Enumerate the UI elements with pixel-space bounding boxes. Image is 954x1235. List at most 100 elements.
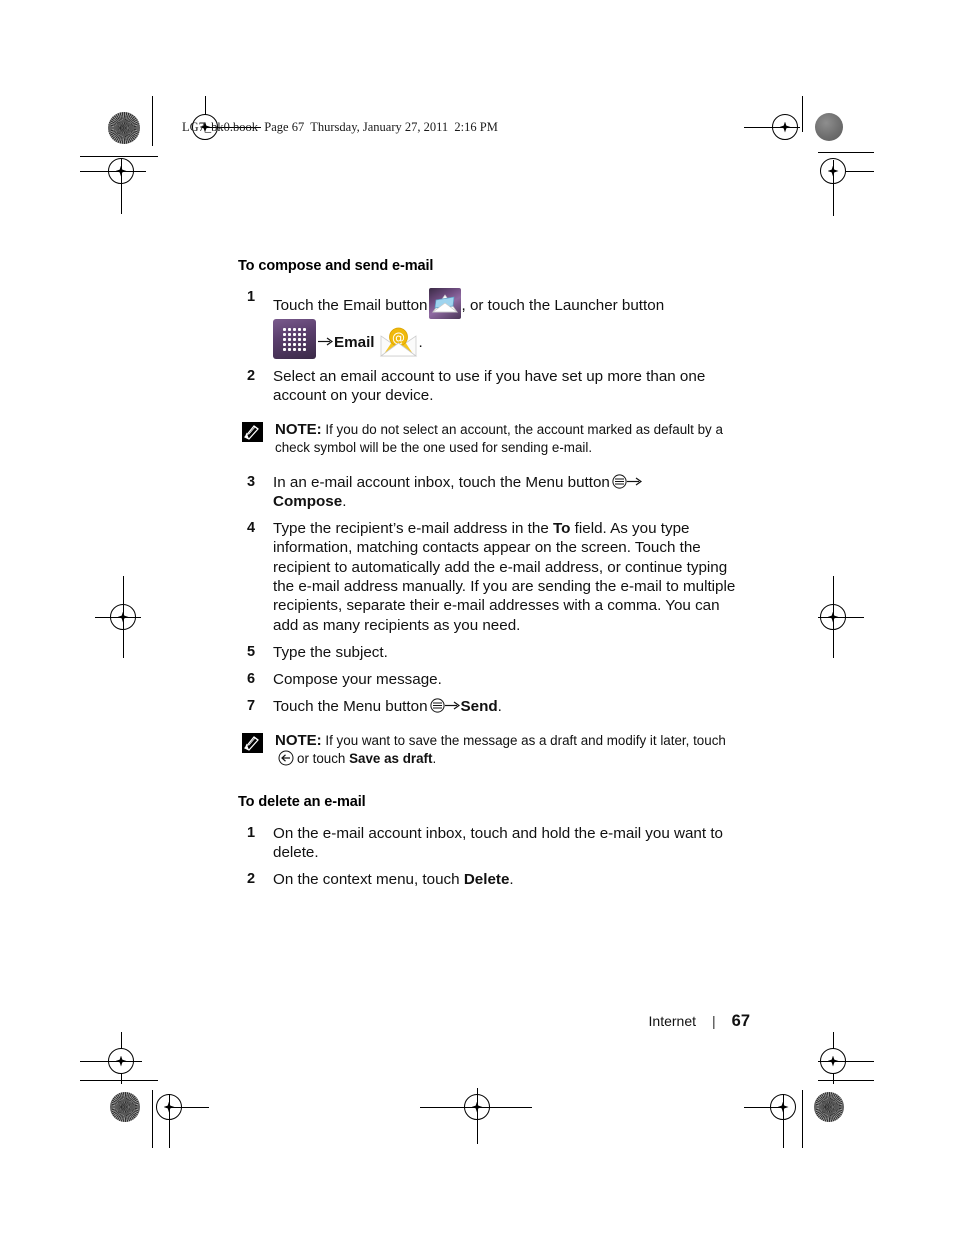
step-text: Touch the Email button , or touch the Lau… bbox=[273, 288, 738, 359]
step-item-delete-2: 2 On the context menu, touch Delete. bbox=[238, 870, 738, 889]
step-item-1: 1 Touch the Email button , or touch the L… bbox=[238, 288, 738, 359]
step-number: 6 bbox=[247, 671, 256, 688]
step7-send-label: Send bbox=[460, 698, 498, 716]
step-number: 2 bbox=[247, 368, 256, 384]
delete2-delete-label: Delete bbox=[463, 871, 510, 889]
page-footer: Internet | 67 bbox=[0, 1012, 954, 1031]
print-header-text: LG7_bk0.book Page 67 Thursday, January 2… bbox=[182, 120, 498, 134]
footer-chapter: Internet bbox=[648, 1013, 696, 1029]
crop-rule-bottom-left-vertical bbox=[152, 1090, 153, 1148]
step4-text-a: Type the recipient’s e-mail address in t… bbox=[273, 520, 553, 538]
delete-steps-list: 1 On the e-mail account inbox, touch and… bbox=[238, 824, 738, 890]
footer-page-number: 67 bbox=[731, 1012, 750, 1030]
crop-rule-bottom-left-vertical-2 bbox=[169, 1094, 170, 1148]
step-text: On the context menu, touch Delete. bbox=[273, 870, 738, 889]
arrow-right-icon bbox=[318, 334, 334, 347]
arrow-right-icon bbox=[626, 474, 642, 487]
crop-rule-top-left-vertical bbox=[152, 96, 153, 146]
step-text: Touch the Menu button Send. bbox=[273, 697, 738, 716]
crop-rule-left-upper-vertical bbox=[121, 158, 122, 214]
crop-rule-left-lower-horizontal-2 bbox=[80, 1080, 158, 1081]
step3-compose-label: Compose bbox=[273, 492, 343, 510]
crop-rule-left-upper-horizontal bbox=[80, 156, 158, 157]
step-text: Type the subject. bbox=[273, 643, 388, 661]
step-text: Select an email account to use if you ha… bbox=[273, 368, 706, 405]
step-number: 1 bbox=[247, 289, 256, 305]
footer-separator: | bbox=[712, 1013, 716, 1029]
crop-rule-bottom-center-horizontal bbox=[420, 1107, 532, 1108]
step-item-4: 4 Type the recipient’s e-mail address in… bbox=[238, 519, 738, 635]
step7-text-c: . bbox=[497, 698, 502, 716]
page-content: To compose and send e-mail 1 Touch the E… bbox=[238, 258, 738, 898]
step3-text-a: In an e-mail account inbox, touch the Me… bbox=[273, 473, 610, 491]
step-text: Compose your message. bbox=[273, 671, 442, 689]
email-app-icon[interactable]: @ bbox=[379, 324, 418, 358]
note-pencil-icon bbox=[242, 732, 263, 753]
launcher-button-icon[interactable] bbox=[273, 319, 316, 359]
registration-rosette-top-left bbox=[108, 112, 140, 144]
step-number: 2 bbox=[247, 871, 256, 888]
step3-text-c: . bbox=[342, 492, 347, 510]
step1-email-label: Email bbox=[334, 334, 375, 351]
crop-rule-bottom-right-vertical bbox=[783, 1094, 784, 1148]
crop-rule-right-upper-vertical bbox=[833, 160, 834, 216]
note-text: If you do not select an account, the acc… bbox=[275, 421, 723, 456]
step-item-3: 3 In an e-mail account inbox, touch the … bbox=[238, 473, 738, 512]
note-text-d: . bbox=[432, 751, 437, 767]
crop-rule-top-right-horizontal bbox=[744, 127, 800, 128]
compose-steps-list-continued: 3 In an e-mail account inbox, touch the … bbox=[238, 473, 738, 717]
crop-rule-right-lower-horizontal-2 bbox=[818, 1080, 874, 1081]
section-heading-delete: To delete an e-mail bbox=[238, 793, 366, 810]
registration-rosette-bottom-right bbox=[814, 1092, 844, 1122]
crop-rule-left-middle bbox=[95, 617, 141, 618]
crop-rule-left-upper-horizontal-2 bbox=[80, 171, 146, 172]
crop-rule-right-middle-vertical bbox=[833, 576, 834, 658]
step-number: 7 bbox=[247, 698, 256, 715]
crop-rule-left-middle-vertical bbox=[123, 576, 124, 658]
note-pencil-icon bbox=[242, 421, 263, 442]
step1-text-a: Touch the Email button bbox=[273, 297, 428, 314]
step-text: Type the recipient’s e-mail address in t… bbox=[273, 519, 738, 635]
crop-rule-top-right-vertical bbox=[802, 96, 803, 132]
back-button-icon[interactable] bbox=[278, 750, 294, 766]
step4-to-label: To bbox=[553, 520, 571, 538]
menu-button-icon[interactable] bbox=[429, 698, 445, 714]
step-item-2: 2 Select an email account to use if you … bbox=[238, 367, 738, 406]
step1-text-b: , or touch the Launcher button bbox=[461, 297, 665, 314]
email-button-icon[interactable] bbox=[428, 288, 461, 319]
arrow-right-icon bbox=[444, 698, 460, 711]
menu-button-icon[interactable] bbox=[612, 473, 627, 489]
crop-rule-bottom-right-vertical-2 bbox=[802, 1090, 803, 1148]
crop-rule-right-middle bbox=[818, 617, 864, 618]
note-save-draft-label: Save as draft bbox=[349, 751, 433, 767]
crop-rule-bottom-left-horizontal bbox=[169, 1107, 209, 1108]
step4-text-c: field. As you type information, matching… bbox=[273, 520, 736, 634]
crop-rule-right-upper-horizontal-2 bbox=[846, 171, 874, 172]
step-number: 5 bbox=[247, 643, 256, 660]
delete2-text-a: On the context menu, touch bbox=[273, 871, 464, 889]
note-text-a: If you want to save the message as a dra… bbox=[321, 732, 726, 748]
density-patch-top-right bbox=[815, 113, 843, 141]
registration-rosette-bottom-left bbox=[110, 1092, 140, 1122]
step-item-6: 6 Compose your message. bbox=[238, 670, 738, 689]
crop-rule-right-upper-horizontal bbox=[818, 152, 874, 153]
step-item-delete-1: 1 On the e-mail account inbox, touch and… bbox=[238, 824, 738, 863]
step7-text-a: Touch the Menu button bbox=[273, 698, 428, 716]
crop-rule-right-lower-horizontal bbox=[818, 1061, 874, 1062]
launcher-grid-dots bbox=[282, 327, 307, 351]
compose-steps-list: 1 Touch the Email button , or touch the L… bbox=[238, 288, 738, 406]
note-block-default-account: NOTE: If you do not select an account, t… bbox=[240, 420, 738, 457]
step1-text-d: . bbox=[418, 334, 423, 351]
crop-rule-left-lower-horizontal bbox=[80, 1061, 142, 1062]
note-block-save-draft: NOTE: If you want to save the message as… bbox=[240, 731, 738, 768]
note-text-b: or touch bbox=[297, 751, 350, 767]
step-item-5: 5 Type the subject. bbox=[238, 643, 738, 662]
section-heading-compose: To compose and send e-mail bbox=[238, 258, 434, 274]
crop-rule-bottom-right-horizontal bbox=[744, 1107, 784, 1108]
note-label: NOTE: bbox=[275, 420, 322, 438]
step-item-7: 7 Touch the Menu button Send. bbox=[238, 697, 738, 716]
crop-rule-bottom-center-vertical bbox=[477, 1088, 478, 1144]
step-number: 4 bbox=[247, 520, 256, 537]
step-number: 1 bbox=[247, 824, 256, 841]
step-number: 3 bbox=[247, 473, 256, 490]
